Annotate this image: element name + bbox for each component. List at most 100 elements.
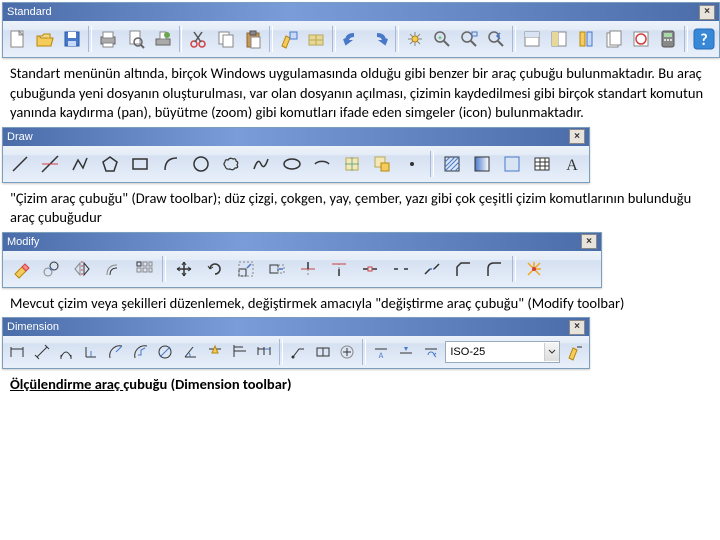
sheet-set-icon[interactable]: [600, 24, 626, 54]
separator: [362, 339, 366, 365]
undo-icon[interactable]: [339, 24, 365, 54]
construction-line-icon[interactable]: [35, 149, 64, 179]
block-editor-icon[interactable]: [303, 24, 329, 54]
revision-cloud-icon[interactable]: [217, 149, 246, 179]
point-icon[interactable]: [398, 149, 427, 179]
baseline-dim-icon[interactable]: [228, 339, 252, 365]
standard-icons: + ?: [3, 21, 719, 57]
new-file-icon[interactable]: [5, 24, 31, 54]
separator: [512, 26, 516, 52]
line-icon[interactable]: [5, 149, 34, 179]
polygon-icon[interactable]: [96, 149, 125, 179]
chevron-down-icon[interactable]: [544, 343, 559, 361]
calculator-icon[interactable]: [655, 24, 681, 54]
aligned-dim-icon[interactable]: [30, 339, 54, 365]
svg-text:A: A: [567, 157, 579, 174]
copy-icon[interactable]: [213, 24, 239, 54]
tool-palettes-icon[interactable]: [573, 24, 599, 54]
paragraph-dimension: Ölçülendirme araç çubuğu (Dimension tool…: [0, 371, 720, 397]
spline-icon[interactable]: [247, 149, 276, 179]
zoom-window-icon[interactable]: [456, 24, 482, 54]
dimension-title: Dimension: [7, 321, 59, 333]
circle-icon[interactable]: [186, 149, 215, 179]
pan-icon[interactable]: [402, 24, 428, 54]
gradient-icon[interactable]: [467, 149, 496, 179]
jogged-dim-icon[interactable]: [129, 339, 153, 365]
scale-icon[interactable]: [231, 254, 261, 284]
dim-style-dropdown[interactable]: [445, 341, 560, 363]
close-icon[interactable]: ×: [699, 5, 715, 20]
linear-dim-icon[interactable]: [5, 339, 29, 365]
move-icon[interactable]: [169, 254, 199, 284]
copy-object-icon[interactable]: [36, 254, 66, 284]
open-file-icon[interactable]: [32, 24, 58, 54]
join-icon[interactable]: [417, 254, 447, 284]
markup-icon[interactable]: [628, 24, 654, 54]
hatch-icon[interactable]: [437, 149, 466, 179]
mirror-icon[interactable]: [67, 254, 97, 284]
stretch-icon[interactable]: [262, 254, 292, 284]
region-icon[interactable]: [497, 149, 526, 179]
dim-text-edit-icon[interactable]: [394, 339, 418, 365]
modify-icons: [3, 251, 601, 287]
dim-update-icon[interactable]: [419, 339, 443, 365]
print-icon[interactable]: [95, 24, 121, 54]
help-icon[interactable]: ?: [691, 24, 717, 54]
tolerance-icon[interactable]: [311, 339, 335, 365]
standard-titlebar: Standard ×: [3, 3, 719, 21]
center-mark-icon[interactable]: [336, 339, 360, 365]
paste-icon[interactable]: [240, 24, 266, 54]
rectangle-icon[interactable]: [126, 149, 155, 179]
dim-style-input[interactable]: [446, 343, 544, 361]
continue-dim-icon[interactable]: [253, 339, 277, 365]
zoom-realtime-icon[interactable]: +: [429, 24, 455, 54]
print-preview-icon[interactable]: [122, 24, 148, 54]
close-icon[interactable]: ×: [581, 234, 597, 249]
chamfer-icon[interactable]: [448, 254, 478, 284]
angular-dim-icon[interactable]: [178, 339, 202, 365]
close-icon[interactable]: ×: [569, 320, 585, 335]
insert-block-icon[interactable]: [337, 149, 366, 179]
paragraph-standard: Standart menünün altında, birçok Windows…: [0, 60, 720, 125]
explode-icon[interactable]: [519, 254, 549, 284]
svg-text:+: +: [438, 33, 442, 43]
publish-icon[interactable]: [150, 24, 176, 54]
array-icon[interactable]: [129, 254, 159, 284]
ellipse-arc-icon[interactable]: [307, 149, 336, 179]
break-icon[interactable]: [386, 254, 416, 284]
erase-icon[interactable]: [5, 254, 35, 284]
quick-leader-icon[interactable]: [286, 339, 310, 365]
ordinate-dim-icon[interactable]: [79, 339, 103, 365]
diameter-dim-icon[interactable]: [154, 339, 178, 365]
draw-title: Draw: [7, 131, 33, 143]
mtext-icon[interactable]: A: [558, 149, 587, 179]
offset-icon[interactable]: [98, 254, 128, 284]
trim-icon[interactable]: [293, 254, 323, 284]
polyline-icon[interactable]: [65, 149, 94, 179]
arc-length-icon[interactable]: [55, 339, 79, 365]
rotate-icon[interactable]: [200, 254, 230, 284]
ellipse-icon[interactable]: [277, 149, 306, 179]
dim-style-icon[interactable]: [563, 339, 587, 365]
separator: [395, 26, 399, 52]
design-center-icon[interactable]: [546, 24, 572, 54]
table-icon[interactable]: [528, 149, 557, 179]
close-icon[interactable]: ×: [569, 129, 585, 144]
quick-dim-icon[interactable]: [203, 339, 227, 365]
properties-icon[interactable]: [519, 24, 545, 54]
dim-edit-icon[interactable]: A: [369, 339, 393, 365]
extend-icon[interactable]: [324, 254, 354, 284]
match-properties-icon[interactable]: [276, 24, 302, 54]
radius-dim-icon[interactable]: [104, 339, 128, 365]
fillet-icon[interactable]: [479, 254, 509, 284]
save-icon[interactable]: [59, 24, 85, 54]
arc-icon[interactable]: [156, 149, 185, 179]
dimension-titlebar: Dimension ×: [3, 318, 589, 336]
redo-icon[interactable]: [366, 24, 392, 54]
zoom-previous-icon[interactable]: [483, 24, 509, 54]
draw-toolbar: Draw × A: [2, 127, 590, 183]
break-at-point-icon[interactable]: [355, 254, 385, 284]
make-block-icon[interactable]: [368, 149, 397, 179]
dimension-icons: A: [3, 336, 589, 368]
cut-icon[interactable]: [185, 24, 211, 54]
